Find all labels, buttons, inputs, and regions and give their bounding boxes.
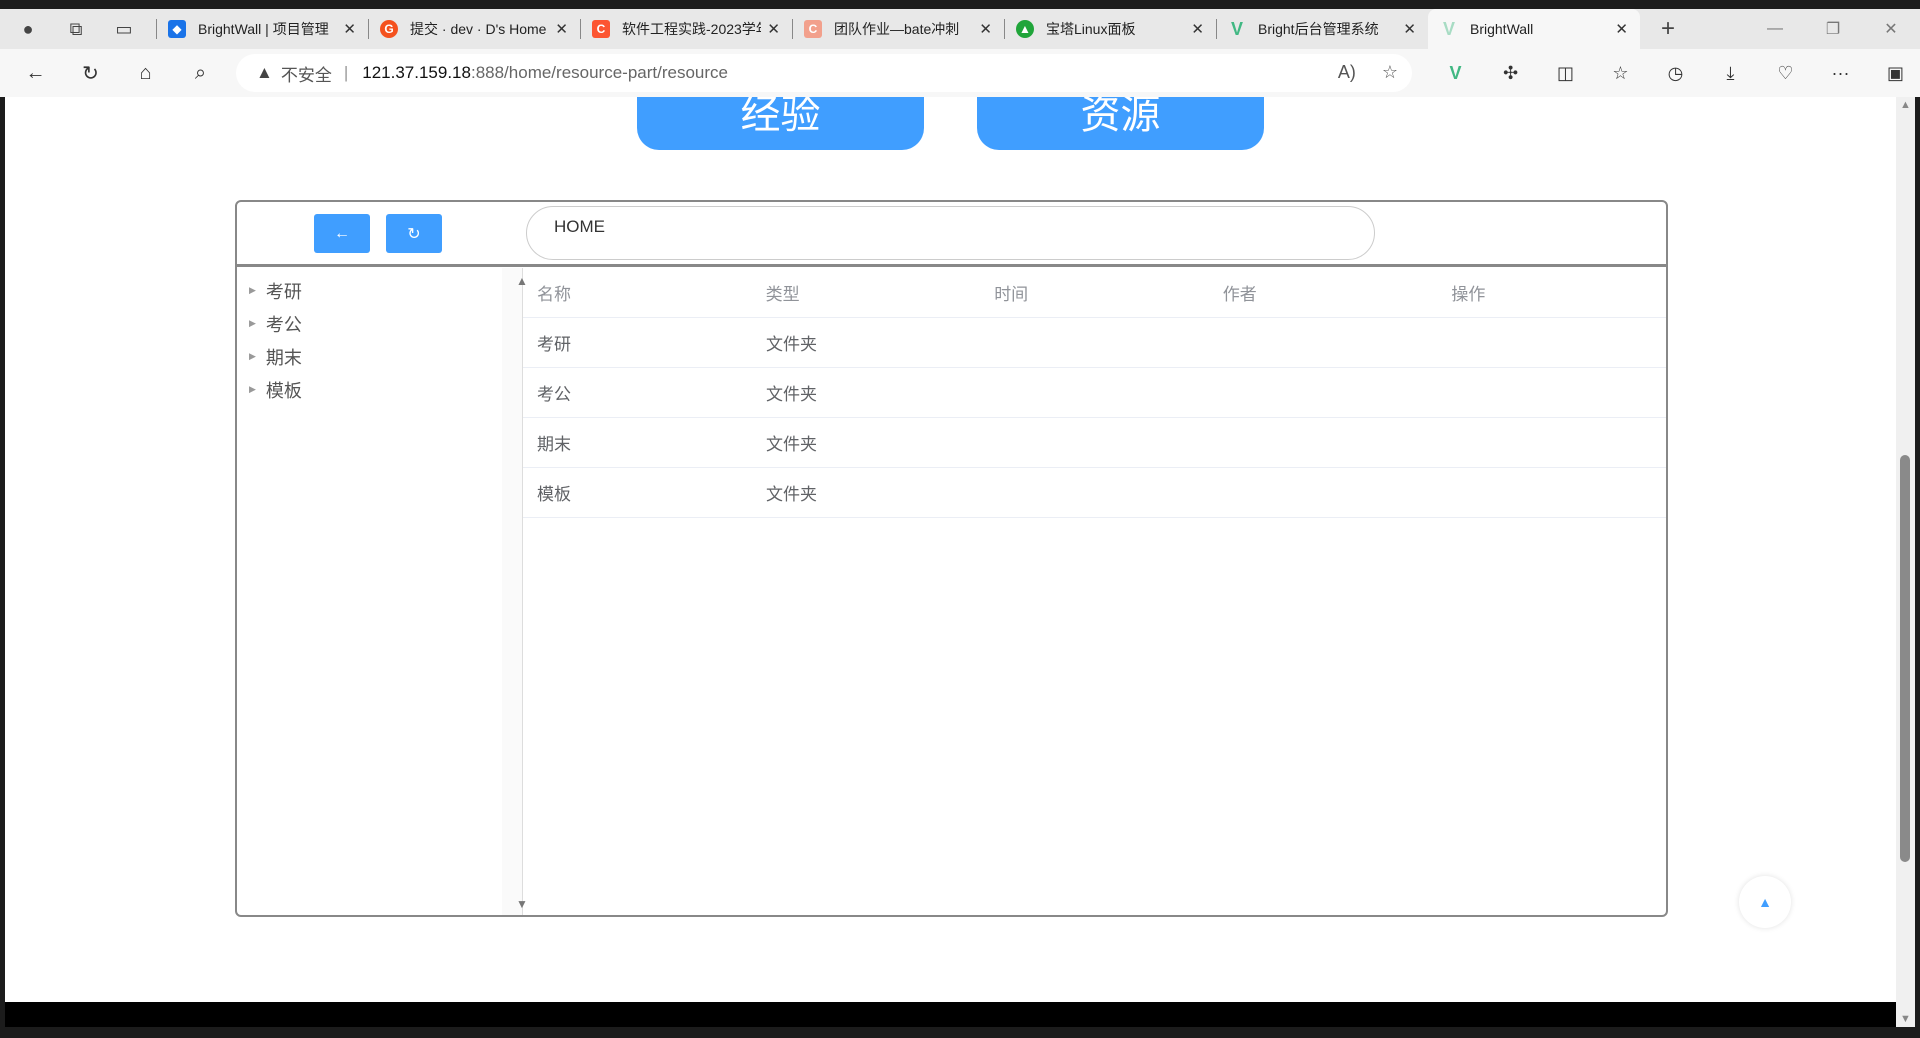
- restore-icon[interactable]: ❐: [1804, 19, 1862, 39]
- tab[interactable]: ▲ 宝塔Linux面板 ✕: [1004, 9, 1216, 49]
- tree-item[interactable]: ▶ 考研: [237, 274, 522, 307]
- panel-header: ← ↻ HOME: [237, 202, 1666, 267]
- home-icon[interactable]: ⌂: [118, 62, 173, 85]
- resource-button[interactable]: 资源: [977, 97, 1264, 150]
- table-header: 名称 类型 时间 作者 操作: [523, 268, 1666, 318]
- more-icon[interactable]: ···: [1813, 63, 1868, 84]
- header-time: 时间: [994, 285, 1029, 304]
- close-tab-icon[interactable]: ✕: [555, 20, 568, 38]
- tree-scrollbar[interactable]: ▲ ▼: [502, 268, 528, 915]
- caret-right-icon[interactable]: ▶: [249, 285, 256, 296]
- sidebar-icon[interactable]: ▣: [1868, 63, 1920, 84]
- folder-tree: ▶ 考研 ▶ 考公 ▶ 期末 ▶ 模板 ▲ ▼: [237, 268, 528, 915]
- address-bar[interactable]: ▲ 不安全 | 121.37.159.18:888/home/resource-…: [236, 54, 1412, 92]
- tab[interactable]: C 软件工程实践-2023学年 ✕: [580, 9, 792, 49]
- vue-favicon-icon: V: [1230, 18, 1243, 39]
- path-input[interactable]: HOME: [526, 206, 1375, 260]
- page-content: 经验 资源 ← ↻ HOME ▶ 考研 ▶ 考公 ▶ 期末 ▶ 模板 ▲ ▼ 名称 类型 …: [5, 97, 1896, 1002]
- favicon-icon: ▲: [1016, 20, 1034, 38]
- close-tab-icon[interactable]: ✕: [767, 20, 780, 38]
- close-tab-icon[interactable]: ✕: [343, 20, 356, 38]
- tab-active[interactable]: V BrightWall ✕: [1428, 9, 1640, 49]
- cell-type: 文件夹: [766, 485, 817, 504]
- minimize-icon[interactable]: —: [1746, 20, 1804, 38]
- favicon-icon: G: [380, 20, 398, 38]
- scroll-down-icon[interactable]: ▼: [1896, 1013, 1915, 1025]
- tab[interactable]: V Bright后台管理系统 ✕: [1216, 9, 1428, 49]
- favicon-icon: ◆: [168, 20, 186, 38]
- arrow-left-icon: ←: [334, 224, 350, 242]
- vue-favicon-icon: V: [1442, 18, 1455, 39]
- caret-right-icon[interactable]: ▶: [249, 384, 256, 395]
- file-manager-panel: ← ↻ HOME ▶ 考研 ▶ 考公 ▶ 期末 ▶ 模板 ▲ ▼ 名称 类型 时间 作者 …: [235, 200, 1668, 917]
- favicon-icon: C: [592, 20, 610, 38]
- header-actions: 操作: [1451, 285, 1486, 304]
- back-to-top-button[interactable]: ▲: [1739, 876, 1791, 928]
- back-icon[interactable]: ←: [8, 62, 63, 85]
- reload-icon[interactable]: ↻: [63, 61, 118, 86]
- split-screen-icon[interactable]: ◫: [1538, 63, 1593, 84]
- back-button[interactable]: ←: [314, 214, 370, 253]
- warning-icon: ▲: [256, 63, 273, 82]
- caret-up-icon: ▲: [1758, 894, 1772, 910]
- vue-devtools-icon[interactable]: V: [1428, 63, 1483, 84]
- history-icon[interactable]: ◷: [1648, 63, 1703, 84]
- refresh-button[interactable]: ↻: [386, 214, 442, 253]
- cell-type: 文件夹: [766, 435, 817, 454]
- experience-button[interactable]: 经验: [637, 97, 924, 150]
- cell-name: 考公: [537, 385, 571, 404]
- header-author: 作者: [1222, 285, 1257, 304]
- address-row: ← ↻ ⌂ ⌕ ▲ 不安全 | 121.37.159.18:888/home/r…: [0, 49, 1920, 97]
- cell-type: 文件夹: [766, 385, 817, 404]
- collections-icon[interactable]: ⧉: [56, 9, 96, 49]
- close-tab-icon[interactable]: ✕: [1615, 20, 1628, 38]
- header-name: 名称: [537, 285, 571, 304]
- cell-name: 考研: [537, 335, 571, 354]
- file-table: 名称 类型 时间 作者 操作 考研 文件夹 考公 文件夹 期末 文件夹 模板 文件夹: [523, 268, 1666, 518]
- cell-type: 文件夹: [766, 335, 817, 354]
- health-icon[interactable]: ♡: [1758, 63, 1813, 84]
- table-row[interactable]: 考公 文件夹: [523, 368, 1666, 418]
- tab[interactable]: C 团队作业—bate冲刺 ✕: [792, 9, 1004, 49]
- divider: |: [343, 63, 349, 82]
- favicon-icon: C: [804, 20, 822, 38]
- read-aloud-icon[interactable]: A): [1338, 62, 1356, 83]
- tree-item[interactable]: ▶ 期末: [237, 340, 522, 373]
- downloads-icon[interactable]: ⤓: [1703, 63, 1758, 84]
- extensions-icon[interactable]: ✣: [1483, 63, 1538, 84]
- scrollbar-thumb[interactable]: [1900, 455, 1910, 862]
- tree-item[interactable]: ▶ 模板: [237, 373, 522, 406]
- table-row[interactable]: 考研 文件夹: [523, 318, 1666, 368]
- profile-icon[interactable]: ●: [8, 9, 48, 49]
- search-icon[interactable]: ⌕: [173, 62, 228, 85]
- new-tab-icon[interactable]: +: [1648, 9, 1688, 49]
- vertical-tabs-icon[interactable]: ▭: [104, 9, 144, 49]
- os-top-bar: [0, 0, 1920, 9]
- page-scrollbar[interactable]: ▲ ▼: [1896, 97, 1915, 1027]
- cell-name: 期末: [537, 435, 571, 454]
- header-type: 类型: [765, 285, 800, 304]
- bottom-bar: [5, 1002, 1896, 1027]
- scroll-up-icon[interactable]: ▲: [1896, 99, 1915, 111]
- refresh-icon: ↻: [407, 225, 421, 243]
- tree-item[interactable]: ▶ 考公: [237, 307, 522, 340]
- cell-name: 模板: [537, 485, 571, 504]
- caret-right-icon[interactable]: ▶: [249, 318, 256, 329]
- table-row[interactable]: 模板 文件夹: [523, 468, 1666, 518]
- close-tab-icon[interactable]: ✕: [979, 20, 992, 38]
- scroll-down-icon[interactable]: ▼: [512, 897, 532, 911]
- tab[interactable]: ◆ BrightWall | 项目管理 ✕: [156, 9, 368, 49]
- tab-bar: ● ⧉ ▭ ◆ BrightWall | 项目管理 ✕ G 提交 · dev · D'…: [0, 9, 1920, 49]
- window-controls: — ❐ ✕: [1746, 9, 1920, 49]
- favorite-star-icon[interactable]: ☆: [1382, 62, 1398, 83]
- favorites-icon[interactable]: ☆: [1593, 63, 1648, 84]
- tab[interactable]: G 提交 · dev · D's Home ✕: [368, 9, 580, 49]
- table-row[interactable]: 期末 文件夹: [523, 418, 1666, 468]
- close-tab-icon[interactable]: ✕: [1403, 20, 1416, 38]
- close-tab-icon[interactable]: ✕: [1191, 20, 1204, 38]
- close-window-icon[interactable]: ✕: [1862, 19, 1920, 39]
- caret-right-icon[interactable]: ▶: [249, 351, 256, 362]
